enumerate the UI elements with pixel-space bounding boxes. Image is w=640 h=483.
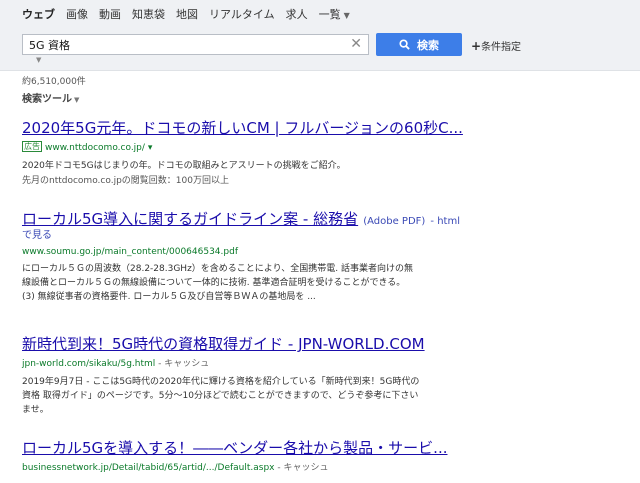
search-tools-button[interactable]: 検索ツール ▼ — [22, 90, 79, 105]
html-view-link[interactable]: - html — [430, 216, 460, 227]
result-url-line: businessnetwork.jp/Detail/tabid/65/artid… — [22, 462, 622, 475]
pdf-tag: (Adobe PDF) — [363, 216, 426, 227]
tab-web[interactable]: ウェブ — [22, 6, 55, 22]
chevron-down-icon: ▼ — [343, 11, 350, 20]
advanced-search-link[interactable]: +条件指定 — [471, 38, 521, 53]
chevron-down-icon[interactable]: ▾ — [148, 143, 153, 153]
chevron-down-icon: ▼ — [36, 56, 42, 64]
result-title-link[interactable]: 新時代到来！5G時代の資格取得ガイド - JPN-WORLD.COM — [22, 333, 622, 354]
search-result: 2020年5G元年。ドコモの新しいCM | フルバージョンの60秒C... 広告… — [22, 117, 622, 188]
search-tools-label: 検索ツール — [22, 94, 72, 105]
tab-videos[interactable]: 動画 — [99, 6, 121, 22]
search-icon — [399, 39, 410, 50]
result-count: 約6,510,000件 — [22, 77, 86, 87]
search-button-label: 検索 — [417, 38, 439, 52]
result-url[interactable]: www.nttdocomo.co.jp/ — [45, 143, 145, 153]
snippet-line: 2019年9月7日 - ここは5G時代の2020年代に輝ける資格を紹介している「… — [22, 377, 420, 387]
search-input[interactable] — [29, 37, 339, 52]
search-result: ローカル5G導入に関するガイドライン案 - 総務省 (Adobe PDF) - … — [22, 208, 622, 304]
advanced-search-label: 条件指定 — [481, 42, 522, 53]
search-result: ローカル5Gを導入する！――ベンダー各社から製品・サービ... business… — [22, 437, 622, 475]
result-snippet: 2019年9月7日 - ここは5G時代の2020年代に輝ける資格を紹介している「… — [22, 375, 622, 417]
tab-more[interactable]: 一覧 ▼ — [319, 6, 350, 22]
cache-link[interactable]: - キャッシュ — [277, 463, 328, 473]
tab-realtime[interactable]: リアルタイム — [209, 6, 275, 22]
result-url[interactable]: www.soumu.go.jp/main_content/000646534.p… — [22, 246, 622, 259]
result-url-line: 広告 www.nttdocomo.co.jp/ ▾ — [22, 141, 622, 155]
tab-jobs[interactable]: 求人 — [286, 6, 308, 22]
result-title-link[interactable]: ローカル5G導入に関するガイドライン案 - 総務省 — [22, 210, 358, 228]
result-description: 2020年ドコモ5Gはじまりの年。ドコモの取組みとアスリートの挑戦をご紹介。 — [22, 161, 346, 171]
tab-images[interactable]: 画像 — [66, 6, 88, 22]
tab-chiebukuro[interactable]: 知恵袋 — [132, 6, 165, 22]
tab-more-label: 一覧 — [318, 8, 341, 21]
header-bar: ウェブ 画像 動画 知恵袋 地図 リアルタイム 求人 一覧▼ ✕ 検索 +条件指… — [0, 0, 640, 71]
snippet-line: ませ。 — [22, 405, 49, 415]
vertical-nav: ウェブ 画像 動画 知恵袋 地図 リアルタイム 求人 一覧 ▼ — [22, 6, 361, 22]
snippet-line: 資格 取得ガイド」のページです。5分～10分ほどで読むことができますので、どうぞ… — [22, 391, 419, 401]
close-icon[interactable]: ✕ — [350, 36, 362, 53]
result-url-line: jpn-world.com/sikaku/5g.html - キャッシュ — [22, 358, 622, 371]
result-snippet: にローカル５Ｇの周波数（28.2-28.3GHz）を含めることにより、全国携帯電… — [22, 262, 622, 304]
snippet-line: 線設備とローカル５Ｇの無線設備について一体的に技術. 基準適合証明を受けることが… — [22, 278, 406, 288]
result-url[interactable]: businessnetwork.jp/Detail/tabid/65/artid… — [22, 463, 275, 473]
tab-maps[interactable]: 地図 — [176, 6, 198, 22]
result-visit-count: 先月のnttdocomo.co.jpの閲覧回数：100万回以上 — [22, 176, 229, 186]
cache-link[interactable]: - キャッシュ — [158, 359, 209, 369]
result-title-link[interactable]: ローカル5Gを導入する！――ベンダー各社から製品・サービ... — [22, 437, 622, 458]
search-box: ✕ — [22, 34, 369, 55]
search-button[interactable]: 検索 — [376, 33, 462, 56]
snippet-line: (3) 無線従事者の資格要件. ローカル５Ｇ及び自営等ＢＷＡの基地局を ... — [22, 292, 316, 302]
result-title-link[interactable]: 2020年5G元年。ドコモの新しいCM | フルバージョンの60秒C... — [22, 117, 622, 138]
chevron-down-icon: ▼ — [74, 96, 80, 104]
html-view-link-continued[interactable]: で見る — [22, 229, 622, 243]
result-url[interactable]: jpn-world.com/sikaku/5g.html — [22, 359, 155, 369]
search-result: 新時代到来！5G時代の資格取得ガイド - JPN-WORLD.COM jpn-w… — [22, 333, 622, 417]
snippet-line: にローカル５Ｇの周波数（28.2-28.3GHz）を含めることにより、全国携帯電… — [22, 264, 413, 274]
ad-badge: 広告 — [22, 141, 42, 152]
plus-icon: + — [471, 39, 482, 53]
result-title-row: ローカル5G導入に関するガイドライン案 - 総務省 (Adobe PDF) - … — [22, 208, 622, 229]
